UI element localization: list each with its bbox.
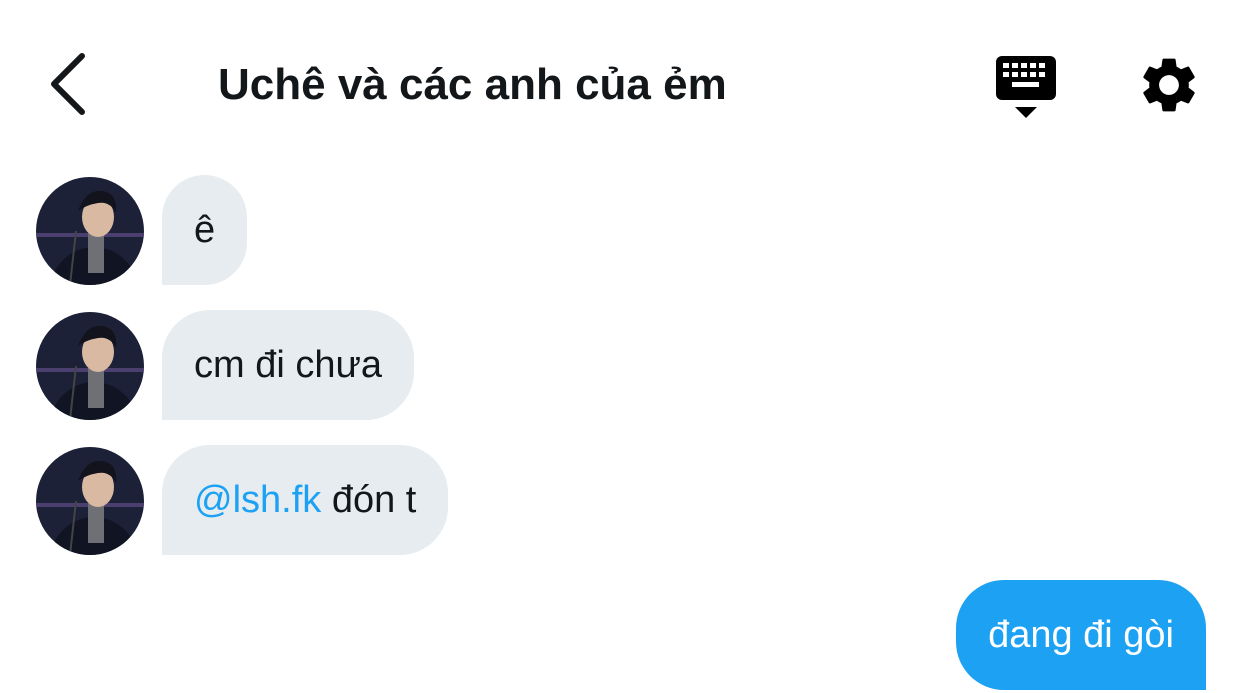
settings-button[interactable] (1136, 52, 1202, 118)
avatar[interactable] (36, 447, 144, 555)
message-text: đang đi gòi (988, 613, 1174, 656)
conversation-title[interactable]: Uchê và các anh của ẻm (218, 60, 727, 110)
keyboard-toggle-button[interactable] (990, 52, 1062, 122)
incoming-message-bubble[interactable]: @lsh.fk đón t (162, 445, 449, 555)
keyboard-icon (996, 56, 1056, 118)
dm-conversation-screen: Uchê và các anh của ẻm ê cm đi chưa @lsh… (0, 0, 1242, 693)
back-button[interactable] (40, 50, 96, 118)
user-avatar-image (36, 177, 144, 285)
message-text: ê (194, 208, 216, 251)
message-text: đón t (321, 478, 417, 521)
mention-link[interactable]: @lsh.fk (194, 479, 321, 522)
user-avatar-image (36, 312, 144, 420)
avatar[interactable] (36, 312, 144, 420)
chevron-left-icon (51, 53, 85, 115)
gear-icon (1143, 58, 1195, 112)
incoming-message-bubble[interactable]: cm đi chưa (162, 310, 415, 420)
outgoing-message-bubble[interactable]: đang đi gòi (956, 580, 1206, 690)
user-avatar-image (36, 447, 144, 555)
avatar[interactable] (36, 177, 144, 285)
conversation-header: Uchê và các anh của ẻm (0, 0, 1242, 170)
message-text: cm đi chưa (194, 343, 383, 386)
incoming-message-bubble[interactable]: ê (162, 175, 248, 285)
